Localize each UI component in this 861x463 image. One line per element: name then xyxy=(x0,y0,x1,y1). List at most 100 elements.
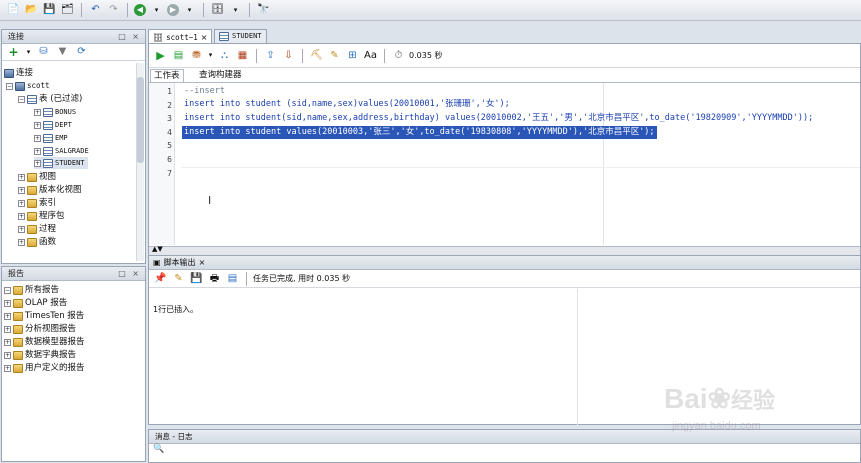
connections-scrollbar[interactable] xyxy=(136,63,144,261)
close-tab-icon[interactable]: × xyxy=(201,31,208,44)
expand-icon[interactable]: + xyxy=(34,121,41,129)
open-icon[interactable]: 📂 xyxy=(24,3,39,18)
format-icon[interactable]: Aa xyxy=(363,48,378,63)
explain-plan-icon[interactable]: ⛬ xyxy=(217,48,232,63)
save-icon[interactable]: 💾 xyxy=(42,3,57,18)
tab-label: scott~1 xyxy=(166,32,198,42)
expand-icon[interactable]: + xyxy=(4,325,11,333)
collapse-icon[interactable]: − xyxy=(4,286,11,294)
tab-worksheet[interactable]: 工作表 xyxy=(150,69,184,82)
expand-icon[interactable]: + xyxy=(34,108,41,116)
forward-icon[interactable]: ▶ xyxy=(167,4,179,16)
tree-node-editioning-views[interactable]: + 版本化视图 xyxy=(18,184,82,196)
refresh-icon[interactable]: ⟳ xyxy=(74,45,89,60)
report-node[interactable]: + 分析视图报告 xyxy=(4,323,76,335)
undo-icon[interactable]: ↶ xyxy=(88,3,103,18)
dropdown-icon[interactable]: ▾ xyxy=(207,48,214,63)
tree-node-table[interactable]: + BONUS xyxy=(34,106,76,118)
connections-panel-title: 连接 □ × xyxy=(2,30,145,44)
expand-icon[interactable]: + xyxy=(18,173,25,181)
expand-icon[interactable]: + xyxy=(34,159,41,167)
expand-icon[interactable]: + xyxy=(4,364,11,372)
database-connection-icon xyxy=(15,81,25,91)
log-search-icon[interactable]: 🔍 xyxy=(149,444,860,454)
panel-window-controls[interactable]: □ × xyxy=(118,30,141,43)
dropdown-icon[interactable]: ▾ xyxy=(25,45,32,60)
eraser-icon[interactable]: ✎ xyxy=(327,48,342,63)
expand-icon[interactable]: + xyxy=(34,147,41,155)
dropdown-icon[interactable]: ▾ xyxy=(149,3,164,18)
sql-tuning-icon[interactable]: ▦ xyxy=(235,48,250,63)
expand-icon[interactable]: + xyxy=(18,212,25,220)
expand-icon[interactable]: + xyxy=(4,351,11,359)
autotrace-icon[interactable]: ⛃ xyxy=(189,48,204,63)
splitter-arrows-icon[interactable]: ▲▼ xyxy=(152,245,163,253)
back-icon[interactable]: ◀ xyxy=(134,4,146,16)
expand-icon[interactable]: + xyxy=(18,186,25,194)
expand-icon[interactable]: + xyxy=(4,312,11,320)
save-icon[interactable]: 💾 xyxy=(189,271,204,286)
table-icon xyxy=(43,146,53,156)
expand-icon[interactable]: + xyxy=(18,225,25,233)
schema-browser-icon[interactable]: ⛁ xyxy=(36,45,51,60)
collapse-icon[interactable]: − xyxy=(6,82,13,90)
report-node[interactable]: + TimesTen 报告 xyxy=(4,310,84,322)
sql-worksheet-icon[interactable]: 🗄 xyxy=(210,3,225,18)
expand-icon[interactable]: + xyxy=(4,299,11,307)
tree-node-scott[interactable]: − scott xyxy=(6,80,50,92)
tree-node-table-selected[interactable]: + STUDENT xyxy=(34,157,88,169)
expand-icon[interactable]: + xyxy=(34,134,41,142)
sql-editor[interactable]: --insert insert into student (sid,name,s… xyxy=(176,83,860,245)
dropdown-icon[interactable]: ▾ xyxy=(228,3,243,18)
report-label: 分析视图报告 xyxy=(25,324,77,334)
run-script-icon[interactable]: ▤ xyxy=(171,48,186,63)
pin-icon[interactable]: 📌 xyxy=(153,271,168,286)
filter-icon[interactable]: ▼ xyxy=(55,45,70,60)
toolbar-divider xyxy=(256,48,257,63)
report-node[interactable]: + OLAP 报告 xyxy=(4,297,67,309)
scrollbar-thumb[interactable] xyxy=(137,77,144,163)
open-file-icon[interactable]: ▤ xyxy=(225,271,240,286)
run-statement-icon[interactable]: ▶ xyxy=(153,48,168,63)
tree-node-indexes[interactable]: + 索引 xyxy=(18,197,56,209)
dropdown-icon[interactable]: ▾ xyxy=(182,3,197,18)
node-label: 视图 xyxy=(39,172,57,182)
close-tab-icon[interactable]: × xyxy=(199,258,206,267)
print-icon[interactable]: 🖶 xyxy=(207,271,222,286)
find-binoculars-icon[interactable]: 🔭 xyxy=(256,3,271,18)
expand-icon[interactable]: + xyxy=(18,238,25,246)
save-all-icon[interactable]: 🗂 xyxy=(60,3,75,18)
tree-node-table[interactable]: + DEPT xyxy=(34,119,72,131)
collapse-icon[interactable]: − xyxy=(18,95,25,103)
sql-history-icon[interactable]: ⛏ xyxy=(309,48,324,63)
rollback-icon[interactable]: ⇩ xyxy=(281,48,296,63)
expand-icon[interactable]: + xyxy=(18,199,25,207)
tree-root-connections[interactable]: 连接 xyxy=(4,67,33,79)
tab-table-student[interactable]: STUDENT xyxy=(214,29,267,43)
new-icon[interactable]: 📄 xyxy=(6,3,21,18)
tree-node-table[interactable]: + SALGRADE xyxy=(34,145,89,157)
report-node-all[interactable]: − 所有报告 xyxy=(4,284,59,296)
panel-window-controls[interactable]: □ × xyxy=(118,267,141,280)
query-builder-icon[interactable]: ⊞ xyxy=(345,48,360,63)
expand-icon[interactable]: + xyxy=(4,338,11,346)
tab-query-builder[interactable]: 查询构建器 xyxy=(196,69,245,82)
report-node[interactable]: + 用户定义的报告 xyxy=(4,362,85,374)
node-label: 程序包 xyxy=(39,211,65,221)
add-connection-icon[interactable]: + xyxy=(6,45,21,60)
report-node[interactable]: + 数据模型器报告 xyxy=(4,336,85,348)
tree-node-table[interactable]: + EMP xyxy=(34,132,68,144)
report-node[interactable]: + 数据字典报告 xyxy=(4,349,76,361)
editor-splitter[interactable]: ▲▼ xyxy=(149,245,860,255)
code-line: insert into student(sid,name,sex,address… xyxy=(184,113,814,123)
redo-icon[interactable]: ↷ xyxy=(106,3,121,18)
tree-node-functions[interactable]: + 函数 xyxy=(18,236,56,248)
tree-node-views[interactable]: + 视图 xyxy=(18,171,56,183)
tab-worksheet-scott[interactable]: 🗄 scott~1 × xyxy=(148,29,213,44)
tree-node-tables[interactable]: − 表 (已过滤) xyxy=(18,93,82,105)
eraser-icon[interactable]: ✎ xyxy=(171,271,186,286)
output-tab[interactable]: ▣ 脚本输出 × xyxy=(149,256,860,270)
commit-icon[interactable]: ⇪ xyxy=(263,48,278,63)
tree-node-procedures[interactable]: + 过程 xyxy=(18,223,56,235)
tree-node-packages[interactable]: + 程序包 xyxy=(18,210,65,222)
